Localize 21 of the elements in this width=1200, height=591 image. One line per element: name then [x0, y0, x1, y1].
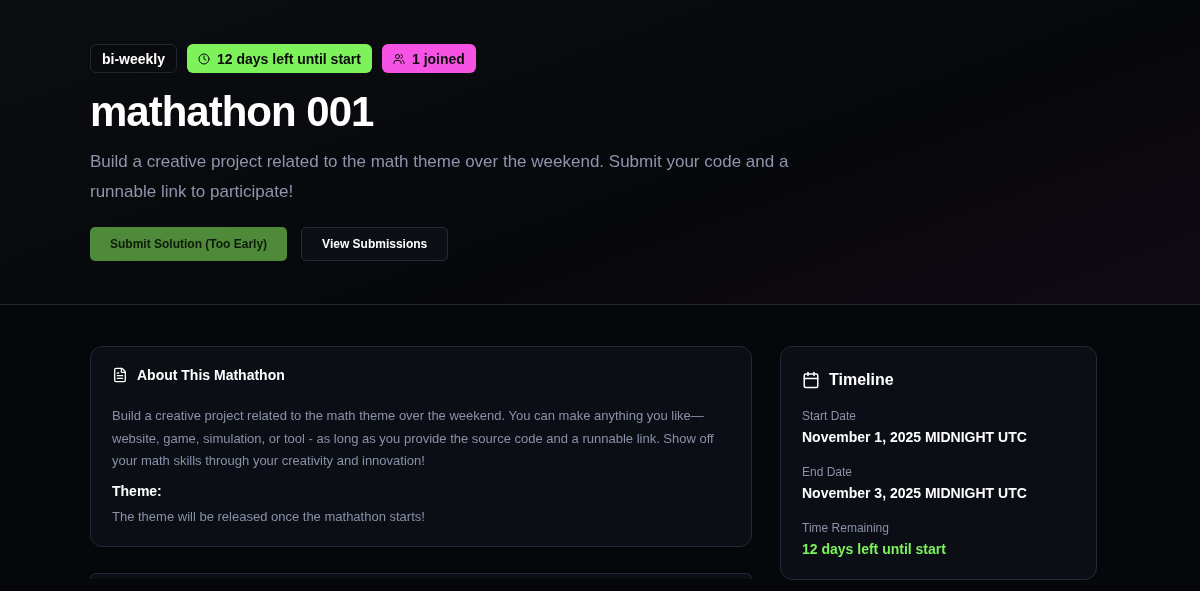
- timeline-label: End Date: [802, 465, 854, 479]
- clock-icon: [198, 52, 211, 65]
- page-title: mathathon 001: [90, 87, 375, 137]
- theme-text: The theme will be released once the mathathon starts!: [112, 508, 426, 524]
- timeline-label: Start Date: [802, 409, 858, 423]
- document-icon: [112, 367, 128, 383]
- frequency-badge: bi-weekly: [90, 44, 178, 73]
- participants-badge: 1 joined: [381, 44, 476, 73]
- description-text: Build a creative project related to the math theme over the weekend. You can make anything you like—website, game, simulation, or tool - as long as you provide the source code and a runnable link. Show off your math skills through your creativity and innovation!: [112, 407, 715, 470]
- timeline-value: 12 days left until start: [802, 541, 947, 557]
- theme-label: Theme:: [112, 482, 163, 499]
- calendar-icon: [802, 371, 820, 389]
- timeline-value: November 3, 2025 MIDNIGHT UTC: [802, 485, 1028, 501]
- page-subtitle: Build a creative project related to the math theme over the weekend. Submit your code and a runnable link to participate!: [90, 151, 790, 204]
- countdown-badge: 12 days left until start: [187, 44, 372, 73]
- card-title: About This Mathathon: [137, 367, 285, 383]
- card-title: Timeline: [829, 371, 894, 389]
- submissions-button[interactable]: View Submissions: [301, 227, 449, 262]
- people-icon: [392, 52, 405, 65]
- timeline-value: November 1, 2025 MIDNIGHT UTC: [802, 429, 1028, 445]
- timeline-label: Time Remaining: [802, 521, 890, 535]
